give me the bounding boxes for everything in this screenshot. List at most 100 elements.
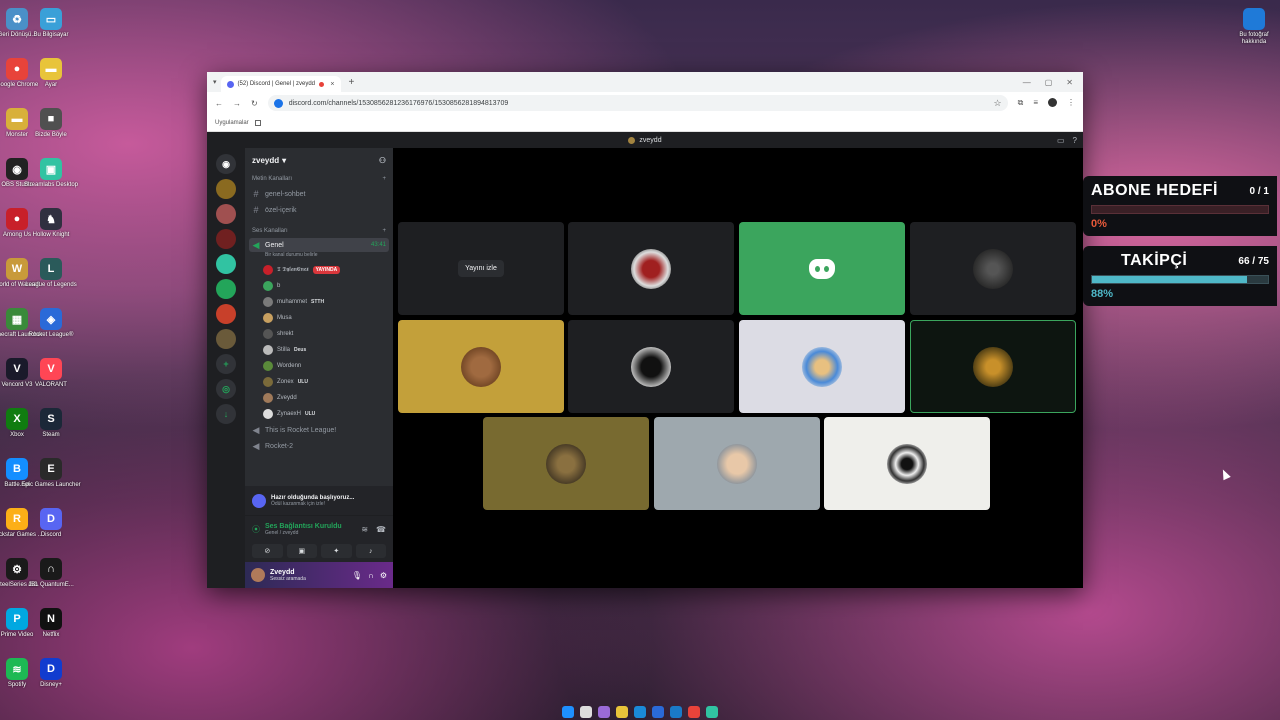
voice-user[interactable]: Musa [245,310,393,326]
desktop-shortcut[interactable]: RRockstar Games ... [0,508,43,539]
noise-suppression-icon[interactable]: ≋ [361,525,368,534]
participant-tile[interactable] [739,222,905,315]
desktop-shortcut[interactable]: ▬ Monster [0,108,34,139]
desktop-shortcut[interactable]: ▣ Streamlabs Desktop [24,158,78,189]
voice-channel-rocket-league[interactable]: ◀ This is Rocket League! [245,422,393,438]
site-info-icon[interactable] [273,98,283,108]
activity-banner[interactable]: Hazır olduğunda başlıyoruz... Ödül kazan… [245,486,393,516]
desktop-shortcut[interactable]: ◈ Rocket League® [29,308,73,339]
category-voice[interactable]: Ses Kanalları + [245,224,393,238]
add-channel-icon[interactable]: + [382,228,386,234]
bookmark-star-icon[interactable]: ☆ [994,98,1002,109]
stream-tile[interactable]: Yayını izle [398,222,564,315]
signal-icon[interactable]: ⦿ [252,524,260,535]
omnibox[interactable]: discord.com/channels/1530856281236176976… [267,95,1008,111]
server-icon-3[interactable] [216,229,236,249]
streamlabs-icon[interactable] [706,706,718,718]
watch-stream-button[interactable]: Yayını izle [458,260,504,277]
desktop-shortcut[interactable]: D Discord [34,508,68,539]
desktop-shortcut[interactable]: ▭ Bu Bilgisayar [34,8,69,39]
inbox-icon[interactable]: ▭ [1057,136,1065,145]
server-icon-2[interactable] [216,204,236,224]
desktop-shortcut[interactable]: ≋ Spotify [0,658,34,689]
voice-user[interactable]: Wordenn [245,358,393,374]
microphone-icon[interactable]: 🎙 [352,571,362,580]
apps-bookmark[interactable]: Uygulamalar [215,120,249,126]
participant-tile[interactable] [739,320,905,413]
voice-user[interactable]: ZynaexH ULU [245,406,393,422]
screen-share-button[interactable]: ▣ [286,544,317,558]
desktop-shortcut[interactable]: ■ Bizde Böyle [34,108,68,139]
desktop-shortcut[interactable]: ● Among Us [0,208,34,239]
server-icon-7[interactable] [216,329,236,349]
reload-icon[interactable]: ↻ [251,99,258,108]
headphones-icon[interactable]: ∩ [368,571,374,580]
add-server-icon[interactable]: + [216,354,236,374]
desktop-shortcut[interactable]: L League of Legends [25,258,77,289]
participant-tile[interactable] [398,320,564,413]
desktop-shortcut[interactable]: ▬ Ayar [34,58,68,89]
new-tab-button[interactable]: + [349,77,355,88]
taskbar-app-icon[interactable] [652,706,664,718]
back-icon[interactable]: ← [215,99,223,108]
desktop-shortcut[interactable]: S Steam [34,408,68,439]
server-icon-6[interactable] [216,304,236,324]
desktop-shortcut[interactable]: V VALORANT [34,358,68,389]
desktop-shortcut[interactable]: ♞ Hollow Knight [33,208,69,239]
add-channel-icon[interactable]: + [382,176,386,182]
desktop-shortcut[interactable]: ♻ Geri Dönüşü... [0,8,36,39]
extensions-icon[interactable]: ⧉ [1018,98,1024,108]
discover-icon[interactable]: ◎ [216,379,236,399]
activities-button[interactable]: ✦ [321,544,352,558]
desktop-shortcut[interactable]: P Prime Video [0,608,34,639]
desktop-shortcut[interactable]: E Epic Games Launcher [21,458,81,489]
maximize-icon[interactable]: ▢ [1045,78,1053,87]
desktop-shortcut[interactable]: V Vencord V3 [0,358,34,389]
voice-user[interactable]: shrekt [245,326,393,342]
tab-discord[interactable]: (52) Discord | Genel | zveydd × [220,76,341,92]
help-icon[interactable]: ? [1073,136,1077,145]
edge-icon[interactable] [634,706,646,718]
grid-icon[interactable] [254,119,261,126]
voice-user[interactable]: Zonex ULU [245,374,393,390]
download-icon[interactable]: ↓ [216,404,236,424]
participant-tile[interactable] [568,222,734,315]
taskbar-app-icon[interactable] [598,706,610,718]
voice-user[interactable]: b [245,278,393,294]
voice-channel-genel[interactable]: ◀ Genel 43:41 [249,238,389,252]
category-text[interactable]: Metin Kanalları + [245,172,393,186]
server-icon-1[interactable] [216,179,236,199]
about-photo-shortcut[interactable]: Bu fotoğraf hakkında [1234,8,1274,46]
settings-gear-icon[interactable]: ⚙ [380,571,387,580]
desktop-shortcut[interactable]: ● Google Chrome [0,58,38,89]
menu-icon[interactable]: ⋮ [1067,98,1075,108]
url-text[interactable]: discord.com/channels/1530856281236176976… [289,100,509,107]
tab-search-icon[interactable]: ▾ [213,78,217,86]
channel-ozel-icerik[interactable]: # özel-içerik [245,202,393,218]
channel-genel-sohbet[interactable]: # genel-sohbet [245,186,393,202]
forward-icon[interactable]: → [233,99,241,108]
channel-status[interactable]: Bir kanal durumu belirle [245,252,393,262]
participant-tile[interactable] [910,222,1076,315]
voice-user[interactable]: Stilla Deus [245,342,393,358]
voice-channel-rocket-2[interactable]: ◀ Rocket-2 [245,438,393,454]
minimize-icon[interactable]: — [1023,78,1031,87]
voice-user[interactable]: muhammet STTH [245,294,393,310]
avatar[interactable] [251,568,265,582]
soundboard-button[interactable]: ♪ [355,544,386,558]
chrome-icon[interactable] [688,706,700,718]
desktop-shortcut[interactable]: D Disney+ [34,658,68,689]
media-icon[interactable]: ≡ [1033,98,1038,108]
store-icon[interactable] [670,706,682,718]
participant-tile[interactable] [568,320,734,413]
disconnect-icon[interactable]: ☎ [376,525,386,534]
participant-tile[interactable] [483,417,649,510]
add-member-icon[interactable]: ⚇ [379,156,386,165]
participant-tile[interactable] [654,417,820,510]
server-icon-4[interactable] [216,254,236,274]
tab-close-button[interactable]: × [330,81,334,88]
participant-tile[interactable] [824,417,990,510]
close-window-icon[interactable]: ✕ [1066,78,1073,87]
search-icon[interactable] [580,706,592,718]
start-icon[interactable] [562,706,574,718]
